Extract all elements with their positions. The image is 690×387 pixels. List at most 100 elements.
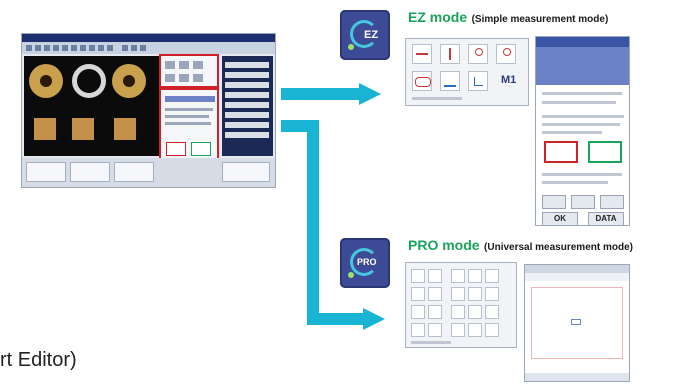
pro-tool-icon[interactable] [468,269,482,283]
control-box [70,162,110,182]
result-row [225,112,269,118]
result-row [225,72,269,78]
control-box [114,162,154,182]
height-tool-icon[interactable] [440,44,460,64]
toolbar-icon [140,45,146,51]
ez-mode-title: EZ mode (Simple measurement mode) [408,9,608,27]
arrow-to-ez-head [359,83,381,105]
dialog-option-button[interactable] [571,195,595,209]
pcb-square [34,118,56,140]
pro-tool-icon[interactable] [428,323,442,337]
tool-icon [165,74,175,82]
triangle-tool-icon[interactable] [468,71,488,91]
pro-tool-icon[interactable] [411,287,425,301]
sample-box [166,142,186,156]
arrow-to-pro-head [363,308,385,330]
ez-mode-name: EZ mode [408,9,468,25]
toolbar-icon [71,45,77,51]
pro-toolbar-panel [405,262,517,348]
ez-toolbar-highlight [159,54,219,88]
pro-mode-title: PRO mode (Universal measurement mode) [408,237,633,255]
edge-sample-green [588,141,622,163]
tool-icon [179,74,189,82]
pro-tool-icon[interactable] [468,323,482,337]
result-row [225,62,269,68]
pro-tool-icon[interactable] [468,287,482,301]
circle-tool-icon[interactable] [412,71,432,91]
title-bar [22,34,275,42]
pro-mode-icon: PRO [340,238,390,288]
page: { "ez": { "icon_text": "EZ", "title": "E… [0,0,690,387]
text-line [542,101,616,104]
tool-icon [179,61,189,69]
ok-button[interactable]: OK [542,212,578,225]
m1-tool-label[interactable]: M1 [501,74,516,86]
pro-tool-icon[interactable] [485,305,499,319]
angle-tool-icon[interactable] [440,71,460,91]
pro-tool-icon[interactable] [485,323,499,337]
status-line [412,97,462,100]
toolbar-icon [107,45,113,51]
editor-shape[interactable] [571,319,581,325]
result-row [225,122,269,128]
pro-tool-icon[interactable] [451,269,465,283]
tool-icon [165,61,175,69]
width-tool-icon[interactable] [412,44,432,64]
main-application-screenshot [22,34,275,187]
text-line [165,108,213,111]
pcb-square [114,118,136,140]
status-line [411,341,451,344]
pro-tool-icon[interactable] [428,287,442,301]
image-view[interactable] [24,56,159,156]
pcb-square [72,118,94,140]
pro-tool-icon[interactable] [428,269,442,283]
control-box [222,162,270,182]
control-box [26,162,66,182]
toolbar-icon [80,45,86,51]
pro-icon-label: PRO [357,257,377,267]
sample-box [191,142,211,156]
pro-tool-icon[interactable] [451,323,465,337]
dot-icon [348,44,354,50]
pro-tool-icon[interactable] [411,323,425,337]
pro-tool-icon[interactable] [451,305,465,319]
toolbar-icon [122,45,128,51]
ez-measurement-dialog: OK DATA [535,36,630,226]
text-line [542,123,620,126]
pro-tool-icon[interactable] [451,287,465,301]
toolbar-icon [89,45,95,51]
pro-tool-icon[interactable] [411,269,425,283]
editor-status-bar [525,373,629,381]
edge-sample-red [544,141,578,163]
tool-icon [193,61,203,69]
arrow-to-pro-shaft-vertical [307,120,319,325]
text-line [542,115,624,118]
pro-tool-icon[interactable] [428,305,442,319]
pitch-tool-icon[interactable] [468,44,488,64]
text-line [542,173,622,176]
pro-mode-subtitle: (Universal measurement mode) [484,242,633,253]
toolbar-icon [35,45,41,51]
distance-tool-icon[interactable] [496,44,516,64]
data-button[interactable]: DATA [588,212,624,225]
pro-tool-icon[interactable] [468,305,482,319]
pro-editor-window [524,264,630,382]
pro-tool-icon[interactable] [411,305,425,319]
editor-title-bar [525,265,629,273]
dialog-option-button[interactable] [600,195,624,209]
arrow-to-ez-shaft [281,88,359,100]
pcb-pad [112,64,146,98]
toolbar-icon [62,45,68,51]
dialog-option-button[interactable] [542,195,566,209]
ez-mode-subtitle: (Simple measurement mode) [471,14,609,25]
dialog-title-bar [536,37,629,47]
result-row [225,82,269,88]
text-line [542,181,608,184]
tool-icon [193,74,203,82]
arrow-to-pro-shaft-bottom [307,313,363,325]
pro-tool-icon[interactable] [485,269,499,283]
pro-tool-icon[interactable] [485,287,499,301]
pcb-ring [72,64,106,98]
result-row [225,102,269,108]
pro-mode-name: PRO mode [408,237,480,253]
